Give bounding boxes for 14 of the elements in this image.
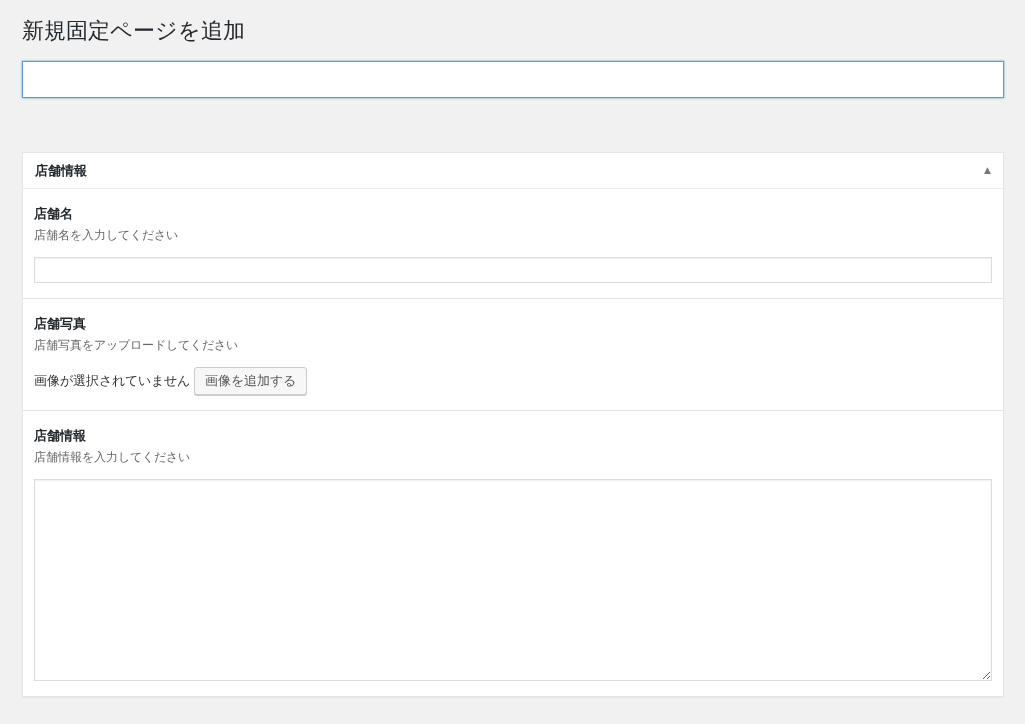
field-description: 店舗写真をアップロードしてください — [34, 337, 239, 354]
page-title: 新規固定ページを追加 — [22, 17, 246, 45]
field-description: 店舗名を入力してください — [34, 227, 179, 244]
text-input-field[interactable] — [34, 257, 992, 283]
panel-title: 店舗情報 — [35, 161, 87, 180]
field-label: 店舗写真 — [34, 315, 87, 333]
textarea-field[interactable] — [34, 479, 992, 681]
collapse-toggle[interactable]: ▲ — [984, 163, 991, 178]
title-input-field[interactable] — [22, 61, 1004, 98]
add-image-button[interactable]: 画像を追加する — [194, 367, 307, 395]
field-label: 店舗名 — [34, 205, 74, 223]
field-description: 店舗情報を入力してください — [34, 449, 191, 466]
no-image-text: 画像が選択されていません — [34, 372, 190, 391]
field-label: 店舗情報 — [34, 427, 87, 445]
